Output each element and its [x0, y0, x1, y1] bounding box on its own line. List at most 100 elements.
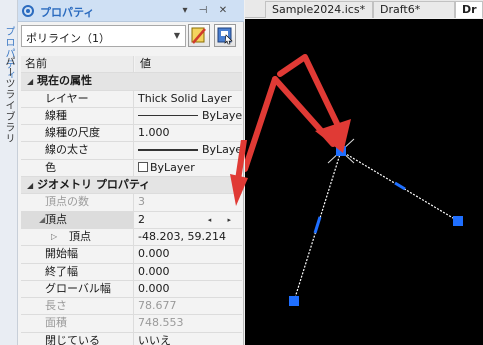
- property-name: 線の太さ: [45, 143, 89, 157]
- property-name-cell: レイヤー: [21, 90, 134, 107]
- property-row[interactable]: 色 ByLayer: [21, 159, 242, 178]
- property-row[interactable]: ▷ 頂点 -48.203, 59.214: [21, 228, 242, 247]
- category-row[interactable]: ◢ 現在の属性: [21, 73, 242, 91]
- property-name-cell: 終了幅: [21, 263, 134, 280]
- linetype-swatch: [138, 115, 198, 117]
- property-value: -48.203, 59.214: [138, 229, 226, 243]
- vertex-grip-3[interactable]: [453, 216, 463, 226]
- parts-library-dock-tab[interactable]: パーツライブラリ: [2, 56, 16, 144]
- expand-triangle-icon[interactable]: ▷: [51, 229, 57, 245]
- property-name: グローバル幅: [45, 281, 111, 295]
- property-row[interactable]: 長さ 78.677: [21, 298, 242, 316]
- property-value-cell[interactable]: -48.203, 59.214: [135, 229, 242, 245]
- value-column-header: 値: [135, 56, 242, 73]
- property-value-cell[interactable]: ByLayer: [135, 108, 242, 124]
- left-dock-strip: プロパティ パーツライブラリ: [0, 0, 18, 345]
- chevron-down-icon: ▼: [173, 31, 180, 40]
- property-row[interactable]: ◢ 頂点 2 ◂ ▸: [21, 211, 242, 229]
- property-name: 閉じている: [45, 333, 100, 345]
- panel-title: プロパティ: [40, 6, 95, 19]
- clear-select-icon: [191, 27, 206, 44]
- property-row[interactable]: 開始幅 0.000: [21, 246, 242, 264]
- property-value: ByLayer: [202, 108, 242, 122]
- collapse-triangle-icon[interactable]: ◢: [27, 74, 37, 89]
- property-value: 78.677: [138, 299, 177, 313]
- property-value: ByLayer: [150, 160, 195, 174]
- document-tab-bar: Sample2024.ics* Draft6* Dr: [245, 0, 483, 18]
- vertex-grip-1[interactable]: [289, 296, 299, 306]
- property-row[interactable]: グローバル幅 0.000: [21, 280, 242, 299]
- property-value: 0.000: [138, 247, 170, 261]
- color-swatch: [138, 161, 148, 172]
- property-row[interactable]: 終了幅 0.000: [21, 263, 242, 281]
- properties-panel: プロパティ ▾ ⊣ ✕ ポリライン（1） ▼ 名前値 ◢ 現在の属性レイヤー Thic…: [18, 0, 244, 345]
- property-name-cell: 線種の尺度: [21, 125, 134, 142]
- quick-select-icon: [217, 27, 233, 45]
- collapse-triangle-icon[interactable]: ◢: [27, 178, 37, 193]
- property-value-cell[interactable]: 2 ◂ ▸: [135, 212, 242, 228]
- category-label[interactable]: ◢ 現在の属性: [21, 73, 242, 89]
- category-row[interactable]: ◢ ジオメトリ プロパティ: [21, 177, 242, 195]
- property-value-cell[interactable]: いいえ: [135, 333, 242, 345]
- category-label[interactable]: ◢ ジオメトリ プロパティ: [21, 177, 242, 193]
- property-value: 0.000: [138, 281, 170, 295]
- property-name: 終了幅: [45, 264, 78, 278]
- tab-active-drawing[interactable]: Dr: [455, 1, 483, 18]
- close-icon[interactable]: ✕: [216, 3, 230, 19]
- property-row[interactable]: 閉じている いいえ: [21, 332, 242, 345]
- property-name: 色: [45, 160, 56, 174]
- property-value-cell[interactable]: 0.000: [135, 264, 242, 280]
- property-value-cell[interactable]: 0.000: [135, 246, 242, 262]
- pin-icon[interactable]: ⊣: [196, 3, 210, 19]
- property-name-cell: 頂点の数: [21, 194, 134, 211]
- annotation-arrow-to-vertex: [272, 54, 351, 153]
- midpoint-grip-a[interactable]: [313, 216, 322, 234]
- property-value-cell[interactable]: 78.677: [135, 298, 242, 314]
- property-name: 頂点の数: [45, 195, 89, 209]
- property-name: 面積: [45, 316, 67, 330]
- property-value: 1.000: [138, 126, 170, 140]
- property-value: 3: [138, 195, 145, 209]
- property-row[interactable]: レイヤー Thick Solid Layer: [21, 90, 242, 108]
- clear-selection-button[interactable]: [188, 24, 210, 47]
- tab-draft6[interactable]: Draft6*: [373, 1, 455, 18]
- property-name: 線種の尺度: [45, 126, 100, 140]
- property-value-cell[interactable]: 0.000: [135, 281, 242, 297]
- property-name: 頂点: [69, 229, 91, 243]
- drawing-canvas[interactable]: [245, 19, 483, 345]
- panel-titlebar: プロパティ ▾ ⊣ ✕: [18, 0, 244, 22]
- property-row[interactable]: 面積 748.553: [21, 315, 242, 333]
- selection-dropdown[interactable]: ポリライン（1） ▼: [21, 25, 186, 47]
- property-value: 2: [138, 212, 145, 226]
- property-row[interactable]: 線種 ByLayer: [21, 107, 242, 126]
- property-name-cell: 開始幅: [21, 246, 134, 263]
- property-value-cell[interactable]: Thick Solid Layer: [135, 91, 242, 107]
- property-name: レイヤー: [45, 91, 89, 105]
- property-value-cell[interactable]: 748.553: [135, 315, 242, 331]
- property-name-cell: 閉じている: [21, 332, 134, 345]
- property-name-cell: 線の太さ: [21, 142, 134, 159]
- dropdown-icon[interactable]: ▾: [178, 3, 192, 19]
- property-name-cell: 長さ: [21, 298, 134, 315]
- property-value: 0.000: [138, 264, 170, 278]
- drawing-canvas-svg: [245, 54, 463, 306]
- property-name-cell: 面積: [21, 315, 134, 332]
- property-name: 開始幅: [45, 247, 78, 261]
- annotation-arrow-head-panel: [230, 140, 248, 206]
- properties-icon: [22, 5, 34, 17]
- property-name: 線種: [45, 108, 67, 122]
- midpoint-grip-b[interactable]: [394, 181, 406, 191]
- property-name: 長さ: [45, 299, 67, 313]
- property-row[interactable]: 線の太さByLayer: [21, 142, 242, 160]
- grid-header: 名前値: [21, 56, 242, 74]
- expand-triangle-icon[interactable]: ◢: [39, 212, 45, 228]
- name-column-header: 名前: [21, 56, 134, 73]
- property-row[interactable]: 頂点の数 3: [21, 194, 242, 212]
- vertex-spin-arrows[interactable]: ◂ ▸: [208, 212, 238, 228]
- tab-sample2024[interactable]: Sample2024.ics*: [265, 1, 373, 18]
- property-value: Thick Solid Layer: [138, 91, 232, 105]
- property-row[interactable]: 線種の尺度 1.000: [21, 125, 242, 143]
- lineweight-swatch: [138, 149, 198, 152]
- property-value: いいえ: [138, 333, 171, 345]
- quick-select-button[interactable]: [214, 24, 236, 47]
